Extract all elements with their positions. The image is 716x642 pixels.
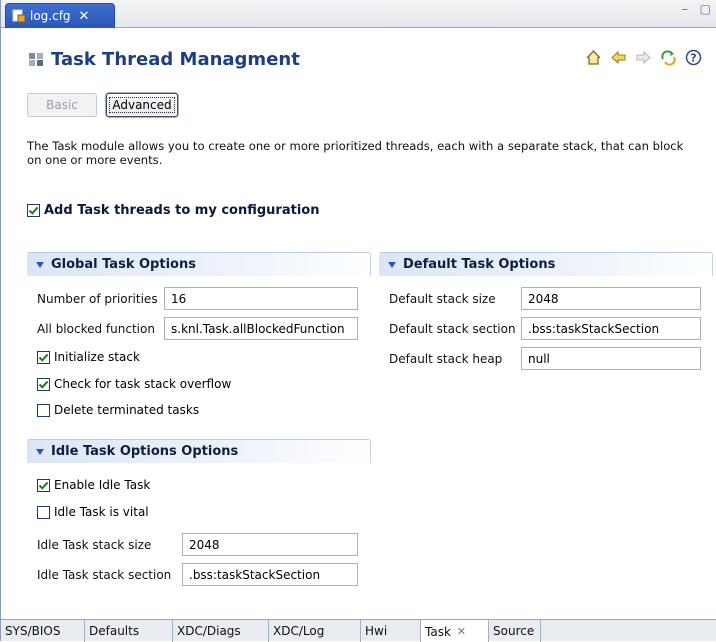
default-task-options-header[interactable]: Default Task Options: [379, 252, 713, 276]
basic-mode-button[interactable]: Basic: [27, 93, 97, 117]
delete-terminated-checkbox[interactable]: [37, 403, 50, 417]
back-arrow-icon[interactable]: [610, 49, 627, 66]
task-module-icon: [27, 50, 45, 68]
svg-text:?: ?: [690, 52, 696, 65]
file-tab-label: log.cfg: [30, 9, 71, 23]
default-task-options-title: Default Task Options: [403, 257, 556, 272]
tab-label: Hwi: [365, 624, 388, 638]
collapse-chevron-icon: [36, 448, 44, 455]
editor-frame: log.cfg ✕ – ▢ Task Thread Managment ? Ba…: [0, 0, 716, 642]
add-task-threads-checkbox[interactable]: [27, 204, 40, 217]
tab-hwi[interactable]: Hwi: [361, 620, 421, 642]
forward-arrow-icon[interactable]: [635, 49, 652, 66]
enable-idle-task-checkbox[interactable]: [37, 478, 50, 492]
basic-mode-label: Basic: [46, 98, 78, 112]
initialize-stack-label: Initialize stack: [54, 350, 140, 364]
tab-sys-bios[interactable]: SYS/BIOS: [1, 620, 85, 642]
delete-terminated-row[interactable]: Delete terminated tasks: [37, 403, 199, 417]
idle-stack-section-input[interactable]: .bss:taskStackSection: [182, 563, 358, 586]
global-task-options-title: Global Task Options: [51, 257, 196, 272]
global-task-options-header[interactable]: Global Task Options: [27, 252, 371, 276]
module-description: The Task module allows you to create one…: [27, 139, 684, 167]
default-stack-section-input[interactable]: .bss:taskStackSection: [521, 317, 701, 340]
idle-stack-size-label: Idle Task stack size: [37, 538, 152, 552]
advanced-mode-button[interactable]: Advanced: [106, 93, 178, 117]
add-task-threads-checkbox-row[interactable]: Add Task threads to my configuration: [27, 203, 319, 218]
delete-terminated-label: Delete terminated tasks: [54, 403, 200, 417]
config-file-icon: [12, 9, 26, 23]
idle-stack-section-label: Idle Task stack section: [37, 568, 172, 582]
tab-label: XDC/Log: [273, 624, 325, 638]
check-overflow-row[interactable]: Check for task stack overflow: [37, 377, 231, 391]
enable-idle-task-label: Enable Idle Task: [54, 478, 151, 492]
idle-task-vital-row[interactable]: Idle Task is vital: [37, 505, 149, 519]
editor-page-tabs: SYS/BIOS Defaults XDC/Diags XDC/Log Hwi …: [1, 619, 716, 642]
collapse-chevron-icon: [36, 261, 44, 268]
tab-xdc-log[interactable]: XDC/Log: [269, 620, 361, 642]
default-stack-heap-input[interactable]: null: [521, 347, 701, 370]
num-priorities-label: Number of priorities: [37, 292, 158, 306]
page-header: Task Thread Managment: [27, 46, 300, 72]
idle-task-options-title: Idle Task Options Options: [51, 444, 239, 459]
tab-close-icon[interactable]: ✕: [457, 625, 466, 638]
idle-task-options-header[interactable]: Idle Task Options Options: [27, 439, 371, 463]
tab-label: Source: [493, 624, 535, 638]
default-stack-size-label: Default stack size: [389, 292, 496, 306]
idle-task-vital-label: Idle Task is vital: [54, 505, 149, 519]
tab-label: Defaults: [89, 624, 140, 638]
default-stack-size-input[interactable]: 2048: [521, 287, 701, 310]
tab-defaults[interactable]: Defaults: [85, 620, 173, 642]
tab-close-icon[interactable]: ✕: [79, 9, 90, 24]
num-priorities-input[interactable]: 16: [164, 287, 358, 310]
idle-task-vital-checkbox[interactable]: [37, 505, 50, 519]
page-title: Task Thread Managment: [51, 48, 300, 70]
initialize-stack-checkbox[interactable]: [37, 350, 50, 364]
collapse-chevron-icon: [388, 261, 396, 268]
default-stack-heap-label: Default stack heap: [389, 352, 503, 366]
default-stack-section-label: Default stack section: [389, 322, 516, 336]
home-icon[interactable]: [585, 49, 602, 66]
check-overflow-label: Check for task stack overflow: [54, 377, 232, 391]
tab-label: XDC/Diags: [177, 624, 241, 638]
advanced-mode-label: Advanced: [109, 97, 175, 113]
editor-tab-strip: log.cfg ✕ – ▢: [1, 0, 716, 28]
help-icon[interactable]: ?: [685, 49, 702, 66]
file-tab[interactable]: log.cfg ✕: [5, 3, 115, 28]
tab-label: SYS/BIOS: [5, 624, 61, 638]
tab-label: Task: [425, 624, 451, 639]
add-task-threads-label: Add Task threads to my configuration: [44, 203, 320, 218]
nav-toolbar: ?: [585, 49, 702, 66]
refresh-icon[interactable]: [660, 49, 677, 66]
initialize-stack-row[interactable]: Initialize stack: [37, 350, 140, 364]
enable-idle-task-row[interactable]: Enable Idle Task: [37, 478, 150, 492]
all-blocked-function-label: All blocked function: [37, 322, 155, 336]
tab-xdc-diags[interactable]: XDC/Diags: [173, 620, 269, 642]
tab-task[interactable]: Task ✕: [421, 620, 489, 642]
check-overflow-checkbox[interactable]: [37, 377, 50, 391]
all-blocked-function-input[interactable]: s.knl.Task.allBlockedFunction: [164, 317, 358, 340]
window-controls[interactable]: – ▢: [682, 2, 715, 16]
idle-stack-size-input[interactable]: 2048: [182, 533, 358, 556]
tab-source[interactable]: Source: [489, 620, 541, 642]
